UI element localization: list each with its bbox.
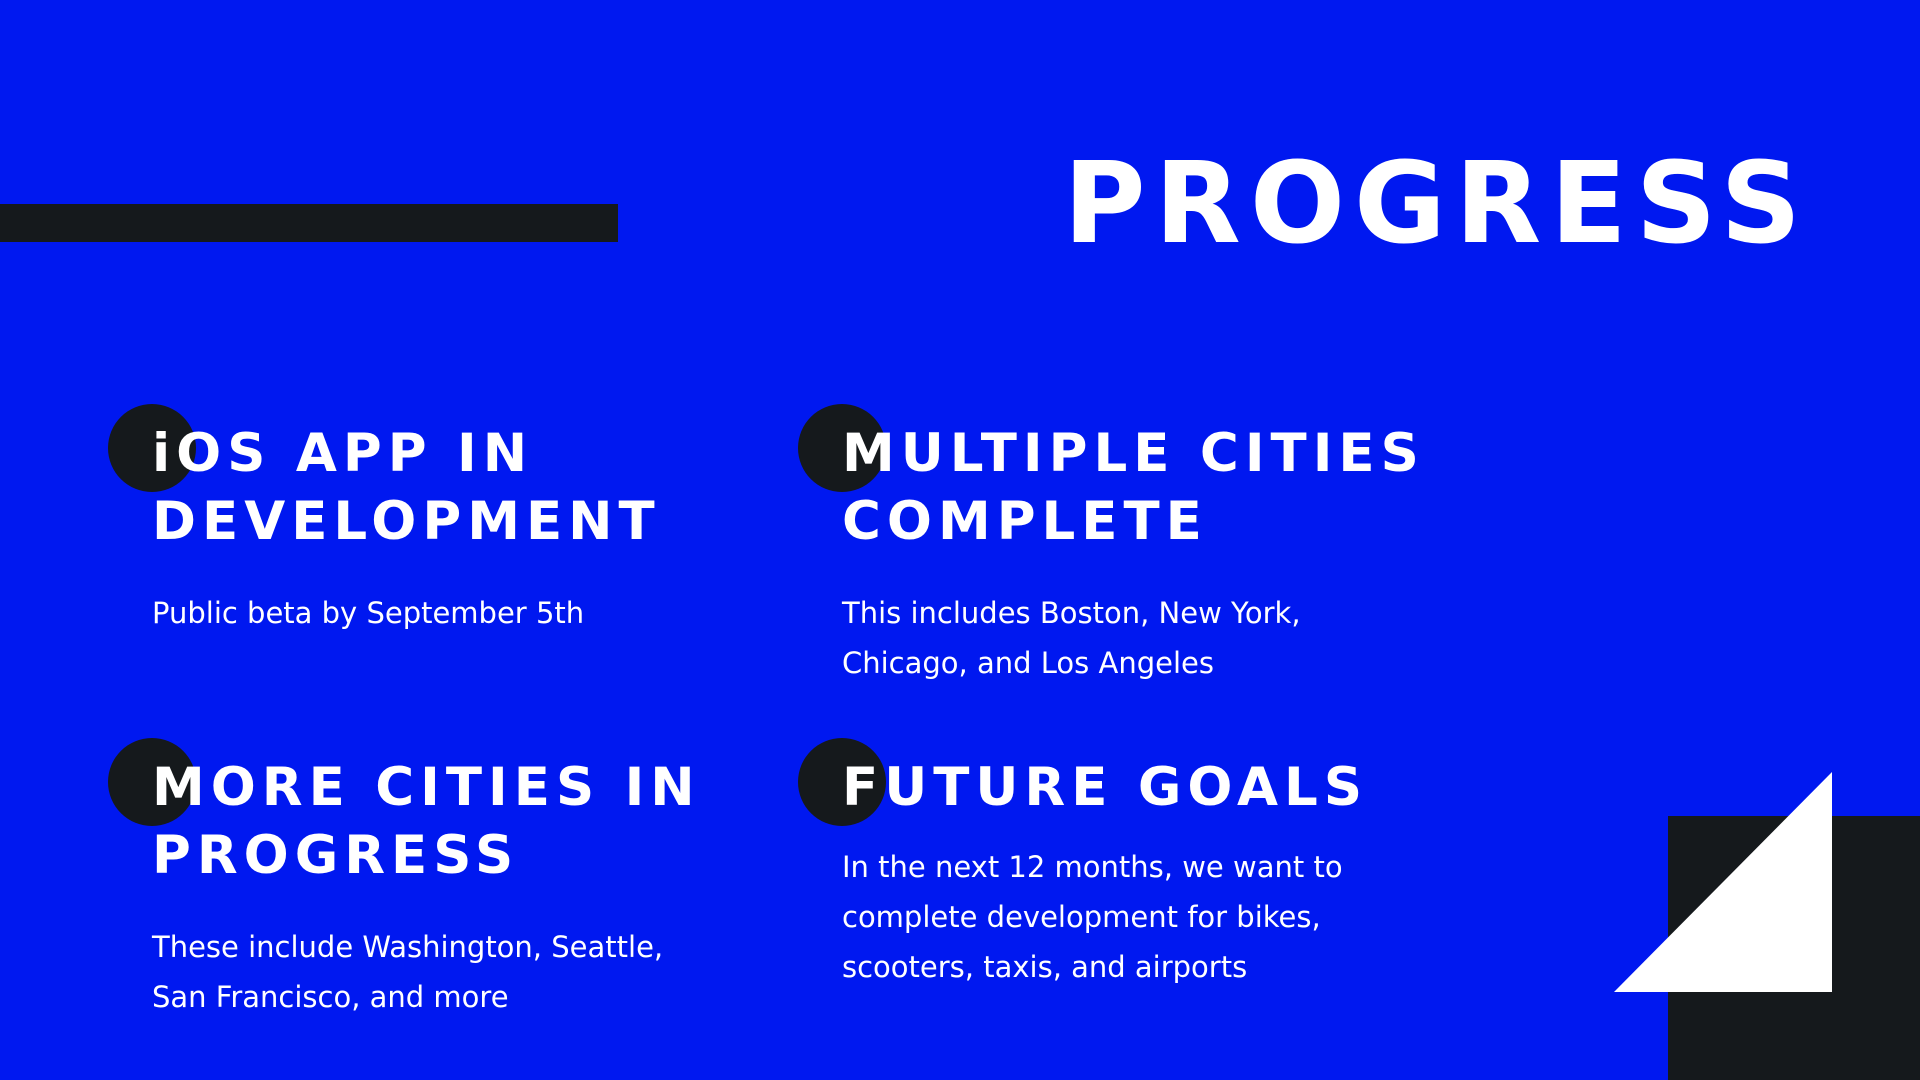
item-description: In the next 12 months, we want to comple… xyxy=(842,842,1462,992)
item-description-line: This includes Boston, New York, xyxy=(842,596,1301,630)
progress-item-more-cities: MORE CITIES IN PROGRESS These include Wa… xyxy=(108,738,772,1022)
item-title: MORE CITIES IN PROGRESS xyxy=(152,754,772,890)
item-title-line: iOS APP IN xyxy=(152,423,534,484)
item-title-line: FUTURE GOALS xyxy=(842,757,1368,818)
top-decorative-bar xyxy=(0,204,618,242)
progress-item-future-goals: FUTURE GOALS In the next 12 months, we w… xyxy=(798,738,1462,992)
item-title: MULTIPLE CITIES COMPLETE xyxy=(842,420,1462,556)
item-description-line: Chicago, and Los Angeles xyxy=(842,646,1214,680)
item-description: This includes Boston, New York, Chicago,… xyxy=(842,588,1462,688)
corner-triangle-shape xyxy=(1614,772,1832,992)
item-title-line: MORE CITIES IN xyxy=(152,757,701,818)
item-title-line: DEVELOPMENT xyxy=(152,491,661,552)
slide-title: PROGRESS xyxy=(1063,139,1810,269)
item-title-line: MULTIPLE CITIES xyxy=(842,423,1425,484)
item-description: Public beta by September 5th xyxy=(152,588,772,638)
item-description-line: These include Washington, Seattle, xyxy=(152,930,664,964)
item-title: iOS APP IN DEVELOPMENT xyxy=(152,420,772,556)
item-title-line: COMPLETE xyxy=(842,491,1208,552)
slide: PROGRESS iOS APP IN DEVELOPMENT Public b… xyxy=(0,0,1920,1080)
item-description-line: San Francisco, and more xyxy=(152,980,509,1014)
item-description: These include Washington, Seattle, San F… xyxy=(152,922,772,1022)
item-title-line: PROGRESS xyxy=(152,825,520,886)
item-description-line: complete development for bikes, xyxy=(842,900,1321,934)
item-description-line: Public beta by September 5th xyxy=(152,596,585,630)
progress-item-ios-app: iOS APP IN DEVELOPMENT Public beta by Se… xyxy=(108,404,772,638)
item-title: FUTURE GOALS xyxy=(842,754,1462,822)
progress-item-multiple-cities: MULTIPLE CITIES COMPLETE This includes B… xyxy=(798,404,1462,688)
item-description-line: scooters, taxis, and airports xyxy=(842,950,1248,984)
item-description-line: In the next 12 months, we want to xyxy=(842,850,1343,884)
